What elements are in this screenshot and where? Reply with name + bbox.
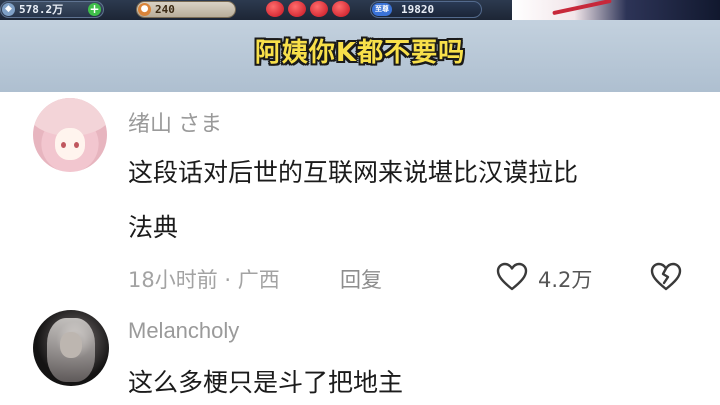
heart-icon <box>288 1 306 17</box>
video-player[interactable]: ◆ 578.2万 + ● 240 至尊 19820 阿姨你K都不要吗 <box>0 0 720 92</box>
comment-text-line: 法典 <box>128 213 179 242</box>
game-status-bar: ◆ 578.2万 + ● 240 至尊 19820 <box>0 0 720 20</box>
coin-counter: ◆ 578.2万 + <box>0 1 104 18</box>
coin-value: 578.2万 <box>19 3 64 16</box>
energy-counter: ● 240 <box>136 1 236 18</box>
comment-username[interactable]: Melancholy <box>128 318 239 344</box>
comment-text-line: 这段话对后世的互联网来说堪比汉谟拉比 <box>128 158 579 187</box>
heart-icon <box>266 1 284 17</box>
gem-value: 19820 <box>401 3 435 16</box>
add-coins-icon: + <box>88 2 101 16</box>
heart-icon <box>332 1 350 17</box>
comment-text-line: 这么多梗只是斗了把地主 <box>128 368 404 397</box>
comment-time-location: 18小时前 · 广西 <box>128 268 280 292</box>
broken-heart-icon[interactable] <box>650 262 682 292</box>
gem-badge: 至尊 <box>372 3 392 16</box>
avatar[interactable] <box>33 310 109 386</box>
comment-username[interactable]: 绪山 さま <box>128 106 222 138</box>
avatar[interactable] <box>33 98 107 172</box>
lives-hearts <box>266 0 352 18</box>
heart-outline-icon[interactable] <box>496 262 528 292</box>
video-subtitle: 阿姨你K都不要吗 <box>254 38 466 68</box>
avatar-face <box>55 128 85 160</box>
avatar-eye <box>61 142 66 148</box>
reply-button[interactable]: 回复 <box>340 264 382 294</box>
like-count: 4.2万 <box>538 268 593 292</box>
energy-value: 240 <box>155 3 175 16</box>
avatar-face <box>60 332 82 358</box>
heart-icon <box>310 1 328 17</box>
gem-counter: 至尊 19820 <box>370 1 482 18</box>
artwork-streak <box>552 0 612 16</box>
energy-icon: ● <box>138 3 151 16</box>
avatar-eye <box>74 142 79 148</box>
coin-icon: ◆ <box>2 3 15 16</box>
game-artwork <box>512 0 720 20</box>
